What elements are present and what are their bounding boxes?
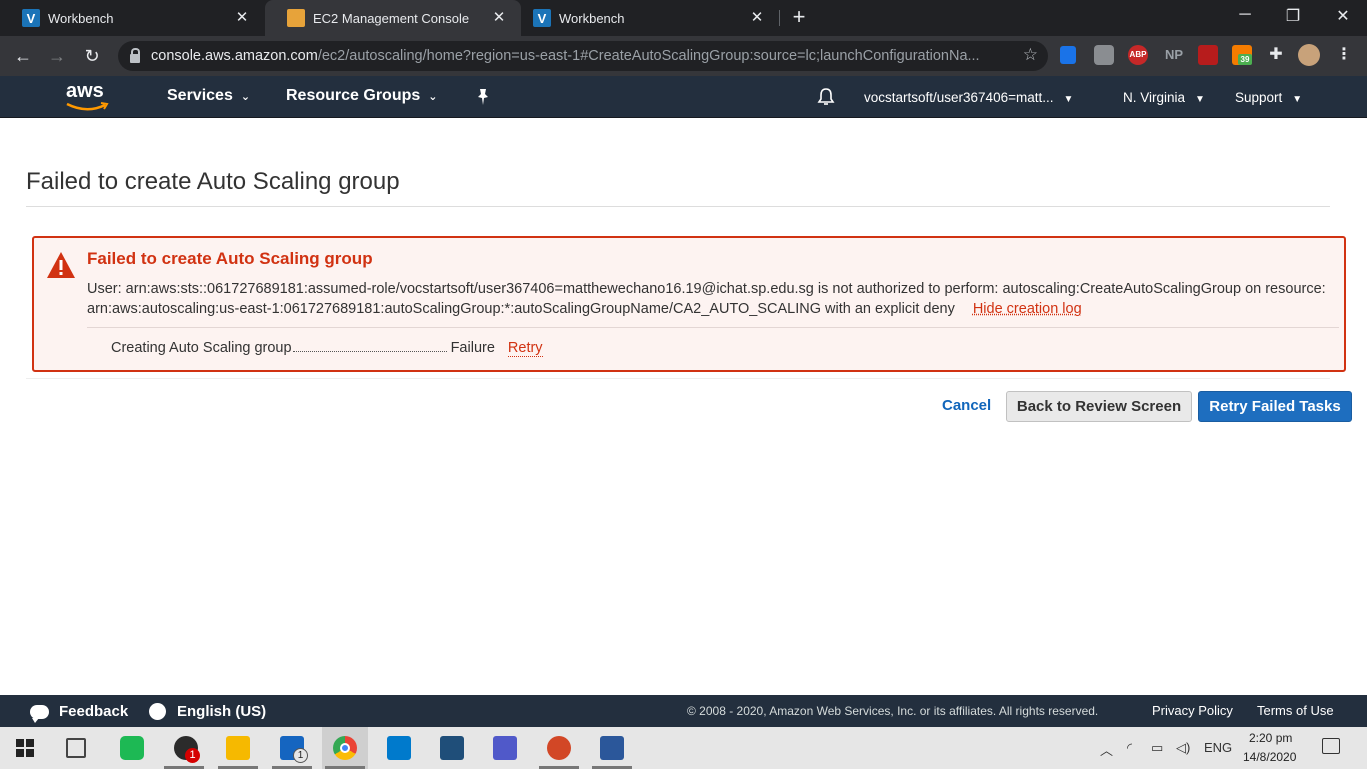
error-alert: Failed to create Auto Scaling group User… bbox=[32, 236, 1346, 372]
teams-icon[interactable] bbox=[493, 736, 517, 760]
terms-of-use-link[interactable]: Terms of Use bbox=[1257, 703, 1334, 718]
address-bar[interactable]: console.aws.amazon.com/ec2/autoscaling/h… bbox=[118, 41, 1048, 71]
browser-toolbar: ← → ↻ console.aws.amazon.com/ec2/autosca… bbox=[0, 36, 1367, 76]
back-to-review-button[interactable]: Back to Review Screen bbox=[1006, 391, 1192, 422]
chevron-down-icon: ▼ bbox=[1195, 94, 1205, 105]
resource-groups-menu[interactable]: Resource Groups ⌄ bbox=[286, 87, 437, 105]
aws-top-nav: aws Services ⌄ Resource Groups ⌄ vocstarts… bbox=[0, 76, 1367, 118]
word-icon[interactable] bbox=[600, 736, 624, 760]
pdf-extension-icon[interactable] bbox=[1198, 45, 1218, 65]
bookmark-star-icon[interactable]: ☆ bbox=[1023, 45, 1038, 65]
task-status: Failure bbox=[450, 340, 495, 356]
clock-time[interactable]: 2:20 pm bbox=[1249, 731, 1292, 745]
pin-icon[interactable] bbox=[475, 88, 491, 111]
divider bbox=[26, 206, 1330, 207]
aws-cube-icon bbox=[287, 9, 305, 27]
chat-bubble-icon bbox=[30, 704, 49, 723]
new-tab-button[interactable]: + bbox=[788, 6, 810, 28]
feedback-button[interactable]: Feedback bbox=[30, 703, 128, 723]
chrome-icon[interactable] bbox=[333, 736, 357, 760]
np-extension-icon[interactable]: NP bbox=[1162, 45, 1186, 65]
chevron-down-icon: ▼ bbox=[1292, 94, 1303, 105]
tab-ec2-console[interactable]: EC2 Management Console ✕ bbox=[265, 0, 521, 36]
windows-taskbar: 1 1 ︿ ◜ ▭ ◁) ENG 2:20 pm 14/8/2020 bbox=[0, 727, 1367, 769]
vscode-icon[interactable] bbox=[387, 736, 411, 760]
task-view-icon[interactable] bbox=[66, 738, 86, 758]
badge-extension-icon[interactable]: 39 bbox=[1232, 45, 1252, 65]
browser-tab-strip: V Workbench ✕ EC2 Management Console ✕ V… bbox=[0, 0, 1367, 36]
volume-icon[interactable]: ◁) bbox=[1176, 740, 1190, 756]
privacy-policy-link[interactable]: Privacy Policy bbox=[1152, 703, 1233, 718]
account-menu[interactable]: vocstartsoft/user367406=matt... ▼ bbox=[864, 90, 1073, 105]
workbench-favicon-icon: V bbox=[22, 9, 40, 27]
lock-icon bbox=[130, 47, 140, 63]
notebook-extension-icon[interactable] bbox=[1060, 46, 1076, 64]
services-menu[interactable]: Services ⌄ bbox=[167, 87, 250, 105]
aws-logo[interactable]: aws bbox=[65, 80, 111, 114]
retry-failed-tasks-button[interactable]: Retry Failed Tasks bbox=[1198, 391, 1352, 422]
page-title: Failed to create Auto Scaling group bbox=[26, 168, 400, 195]
profile-avatar[interactable] bbox=[1298, 44, 1320, 66]
aws-footer: Feedback English (US) © 2008 - 2020, Ama… bbox=[0, 695, 1367, 727]
tab-workbench-1[interactable]: V Workbench ✕ bbox=[0, 0, 264, 36]
powerpoint-icon[interactable] bbox=[547, 736, 571, 760]
tab-title: Workbench bbox=[48, 10, 114, 26]
tab-workbench-2[interactable]: V Workbench ✕ bbox=[523, 0, 779, 36]
chevron-up-icon[interactable]: ︿ bbox=[1100, 740, 1113, 759]
action-center-icon[interactable] bbox=[1322, 738, 1340, 754]
workbench-favicon-icon: V bbox=[533, 9, 551, 27]
close-tab-icon[interactable]: ✕ bbox=[491, 10, 507, 26]
whatsapp-icon[interactable]: 1 bbox=[174, 736, 200, 763]
notifications-bell-icon[interactable] bbox=[817, 88, 835, 106]
tab-divider bbox=[779, 10, 780, 26]
retry-link[interactable]: Retry bbox=[507, 340, 543, 357]
spotify-icon[interactable] bbox=[120, 736, 144, 760]
cancel-button[interactable]: Cancel bbox=[934, 394, 999, 420]
adblock-extension-icon[interactable]: ABP bbox=[1128, 45, 1148, 65]
tab-title: EC2 Management Console bbox=[313, 10, 470, 26]
region-menu[interactable]: N. Virginia ▼ bbox=[1123, 90, 1205, 105]
minimize-button[interactable]: ─ bbox=[1230, 6, 1260, 28]
globe-icon bbox=[149, 703, 166, 720]
tab-title: Workbench bbox=[559, 10, 625, 26]
input-language[interactable]: ENG bbox=[1204, 740, 1232, 755]
error-message: User: arn:aws:sts::061727689181:assumed-… bbox=[87, 281, 1326, 317]
clock-date[interactable]: 14/8/2020 bbox=[1243, 750, 1296, 764]
close-window-button[interactable]: ✕ bbox=[1328, 6, 1358, 28]
copyright-text: © 2008 - 2020, Amazon Web Services, Inc.… bbox=[687, 704, 1099, 718]
close-tab-icon[interactable]: ✕ bbox=[234, 10, 250, 26]
hide-creation-log-link[interactable]: Hide creation log bbox=[973, 301, 1082, 317]
reload-icon[interactable]: ↻ bbox=[81, 45, 103, 67]
chevron-down-icon: ▼ bbox=[1063, 94, 1074, 105]
dotted-leader bbox=[292, 338, 447, 352]
extensions-puzzle-icon[interactable]: ✚ bbox=[1266, 45, 1286, 65]
wifi-icon[interactable]: ◜ bbox=[1127, 740, 1132, 756]
battery-icon[interactable]: ▭ bbox=[1151, 740, 1163, 756]
file-explorer-icon[interactable] bbox=[226, 736, 250, 760]
divider bbox=[26, 378, 1330, 379]
url-text: console.aws.amazon.com/ec2/autoscaling/h… bbox=[151, 48, 980, 64]
mysql-workbench-icon[interactable] bbox=[440, 736, 464, 760]
task-row: Creating Auto Scaling group Failure Retr… bbox=[111, 338, 543, 357]
support-menu[interactable]: Support ▼ bbox=[1235, 90, 1302, 105]
mail-icon[interactable]: 1 bbox=[280, 736, 308, 763]
chrome-menu-icon[interactable]: ⋮ bbox=[1334, 45, 1354, 65]
forward-arrow-icon[interactable]: → bbox=[46, 45, 68, 67]
task-label: Creating Auto Scaling group bbox=[111, 340, 292, 356]
warning-triangle-icon bbox=[46, 251, 76, 284]
camera-extension-icon[interactable] bbox=[1094, 45, 1114, 65]
chevron-down-icon: ⌄ bbox=[428, 91, 438, 103]
divider bbox=[87, 327, 1339, 328]
chevron-down-icon: ⌄ bbox=[240, 91, 251, 103]
error-title: Failed to create Auto Scaling group bbox=[87, 249, 373, 268]
language-selector[interactable]: English (US) bbox=[149, 703, 266, 720]
windows-start-icon[interactable] bbox=[16, 739, 34, 757]
back-arrow-icon[interactable]: ← bbox=[12, 45, 34, 67]
restore-button[interactable]: ❐ bbox=[1278, 6, 1308, 28]
close-tab-icon[interactable]: ✕ bbox=[749, 10, 765, 26]
